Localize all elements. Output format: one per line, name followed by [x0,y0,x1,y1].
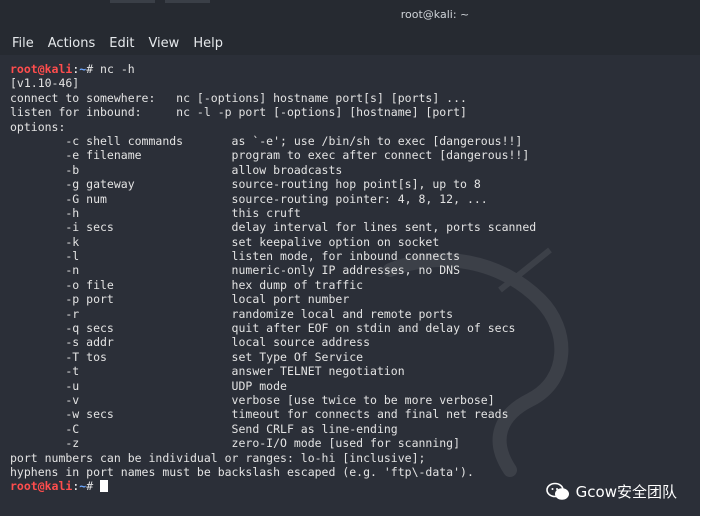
menu-edit[interactable]: Edit [109,36,134,51]
menu-help[interactable]: Help [193,36,223,51]
prompt-user: root@kali [10,62,73,76]
output-line: -i secs delay interval for lines sent, p… [10,220,537,235]
output-line: [v1.10-46] [10,76,80,91]
output-line: -t answer TELNET negotiation [10,364,405,379]
output-line: -c shell commands as `-e'; use /bin/sh t… [10,133,523,148]
output-line: -C Send CRLF as line-ending [10,421,398,436]
output-line: -e filename program to exec after connec… [10,148,530,163]
output-block: [v1.10-46] connect to somewhere: nc [-opt… [10,76,536,479]
title-bar-tab[interactable] [165,0,210,3]
menu-actions[interactable]: Actions [48,36,96,51]
watermark-text: Gcow安全团队 [575,483,677,501]
output-line: -G num source-routing pointer: 4, 8, 12,… [10,191,488,206]
window-title: root@kali: ~ [400,8,470,21]
watermark: Gcow安全团队 [545,481,677,502]
output-line: -b allow broadcasts [10,162,343,177]
output-line: -o file hex dump of traffic [10,277,364,292]
output-line: -q secs quit after EOF on stdin and dela… [10,321,516,336]
prompt-user: root@kali [10,479,73,494]
terminal-area[interactable]: root@kali:~# nc -h [v1.10-46] connect to s… [0,60,700,516]
output-line: -p port local port number [10,292,350,307]
output-line: -u UDP mode [10,378,287,393]
output-line: hyphens in port names must be backslash … [10,464,474,479]
text-cursor [100,480,109,493]
output-line: -n numeric-only IP addresses, no DNS [10,263,461,278]
prompt-symbol: # [86,62,101,76]
current-prompt-line[interactable]: root@kali:~# [10,479,536,493]
output-line: listen for inbound: nc -l -p port [-opti… [10,105,467,120]
output-line: -s addr local source address [10,335,371,350]
prompt-symbol: # [86,479,101,494]
menu-bar: File Actions Edit View Help [0,31,700,55]
output-line: options: [10,119,66,134]
command-text: nc -h [100,62,135,76]
menu-view[interactable]: View [148,36,179,51]
output-line: -k set keepalive option on socket [10,234,440,249]
title-bar-tab[interactable] [110,0,155,3]
output-line: -z zero-I/O mode [used for scanning] [10,436,461,451]
output-line: connect to somewhere: nc [-options] host… [10,90,467,105]
output-line: -l listen mode, for inbound connects [10,249,461,264]
output-line: -w secs timeout for connects and final n… [10,407,509,422]
output-line: -r randomize local and remote ports [10,306,454,321]
output-line: -T tos set Type Of Service [10,349,364,364]
title-bar: root@kali: ~ [0,0,700,31]
output-line: -v verbose [use twice to be more verbose… [10,392,495,407]
terminal-window: root@kali: ~ File Actions Edit View Help… [0,0,700,516]
output-line: -g gateway source-routing hop point[s], … [10,177,481,192]
terminal-output: root@kali:~# nc -h [v1.10-46] connect to s… [10,62,536,494]
command-line: root@kali:~# nc -h [10,62,536,76]
wechat-icon [545,482,569,500]
output-line: port numbers can be individual or ranges… [10,450,426,465]
output-line: -h this cruft [10,205,301,220]
menu-file[interactable]: File [12,36,34,51]
